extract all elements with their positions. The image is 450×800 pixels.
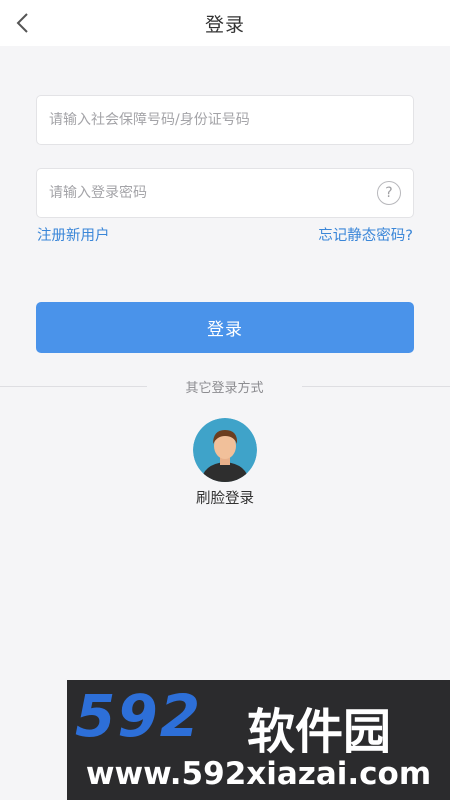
other-login-heading: 其它登录方式: [185, 381, 264, 396]
back-button[interactable]: [6, 6, 40, 40]
login-screen: 登录 ? 注册新用户 忘记静态密码? 登录 其它登录方式 刷脸登录 592 软件…: [0, 0, 450, 800]
username-input[interactable]: [49, 112, 401, 128]
password-field-container: ?: [36, 168, 414, 218]
register-link[interactable]: 注册新用户: [37, 224, 110, 245]
watermark-logo: 592 软件园 www.592xiazai.com: [67, 680, 450, 800]
login-button[interactable]: 登录: [36, 302, 414, 353]
watermark-number: 592: [75, 682, 203, 750]
face-login-button[interactable]: [193, 418, 257, 482]
forgot-password-link[interactable]: 忘记静态密码?: [318, 224, 413, 245]
page-title: 登录: [204, 13, 245, 36]
face-login-label: 刷脸登录: [196, 491, 254, 507]
username-field-container: [36, 95, 414, 145]
password-input[interactable]: [49, 185, 377, 201]
divider-left: [0, 386, 147, 387]
watermark-url: www.592xiazai.com: [85, 756, 432, 792]
watermark-name: 软件园: [247, 704, 392, 760]
divider-right: [302, 386, 450, 387]
question-circle-icon[interactable]: ?: [377, 181, 401, 205]
top-bar: 登录: [0, 0, 450, 46]
face-avatar-icon: [193, 418, 257, 482]
chevron-left-icon: [16, 13, 28, 33]
